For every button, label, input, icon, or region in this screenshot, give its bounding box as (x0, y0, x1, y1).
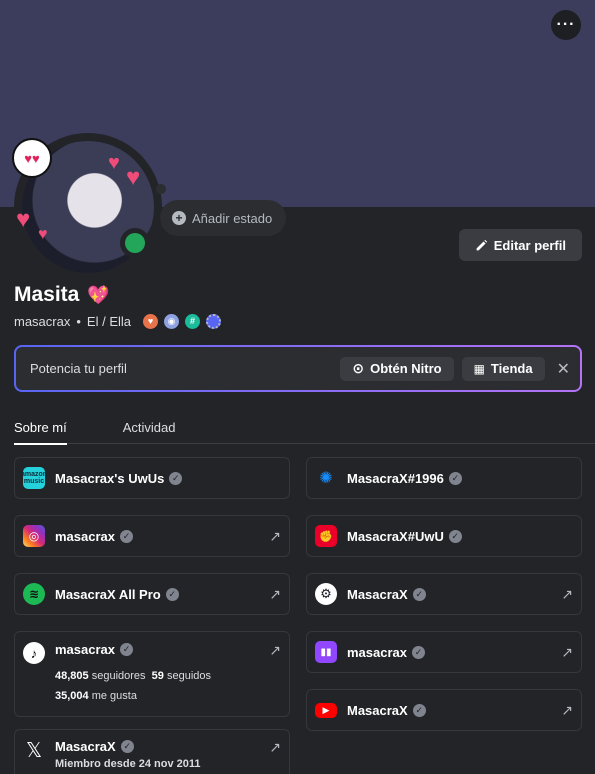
verified-check-icon: ✓ (120, 643, 133, 656)
heart-decoration-icon: ♥ (108, 152, 120, 174)
heart-eyes-decoration-icon: ♥♥ (12, 138, 52, 178)
following-count: 59 (151, 670, 164, 682)
edit-profile-label: Editar perfil (493, 237, 566, 253)
spotify-icon: ≋ (23, 583, 45, 605)
separator: • (76, 314, 81, 329)
connection-spotify[interactable]: ≋ MasacraX All Pro ✓ ↗ (14, 573, 290, 615)
connection-name: MasacraX All Pro (55, 586, 161, 602)
external-link-icon[interactable]: ↗ (269, 739, 281, 756)
external-link-icon[interactable]: ↗ (269, 642, 281, 659)
external-link-icon[interactable]: ↗ (561, 644, 573, 661)
heart-decoration-icon: ♥ (16, 206, 31, 233)
tab-about-me[interactable]: Sobre mí (14, 420, 67, 445)
quest-badge-icon[interactable] (206, 314, 221, 329)
twitch-icon: ▮▮ (315, 641, 337, 663)
connection-twitch[interactable]: ▮▮ masacrax ✓ ↗ (306, 631, 582, 673)
connection-riot-games[interactable]: ✊ MasacraX#UwU ✓ (306, 515, 582, 557)
shop-button[interactable]: ▦ Tienda (461, 356, 545, 381)
nitro-icon: ⊙ (352, 360, 365, 376)
likes-label: me gusta (91, 690, 137, 702)
verified-check-icon: ✓ (412, 645, 425, 659)
followers-label: seguidores (91, 670, 146, 682)
external-link-icon[interactable]: ↗ (561, 586, 573, 603)
tiktok-icon: ♪ (23, 642, 45, 664)
profile-subline: masacrax • El / Ella ♥ ◉ # (14, 314, 221, 329)
connection-amazon-music[interactable]: amazon music Masacrax's UwUs ✓ (14, 457, 290, 499)
edit-profile-button[interactable]: Editar perfil (458, 229, 582, 261)
external-link-icon[interactable]: ↗ (269, 586, 281, 603)
youtube-icon: ▶ (315, 702, 337, 718)
connection-name: MasacraX (55, 739, 116, 754)
nitro-badge-icon[interactable]: ◉ (164, 314, 179, 329)
close-icon[interactable]: ✕ (557, 359, 570, 379)
member-since: Miembro desde 24 nov 2011 (55, 758, 201, 770)
display-name-text: Masita (14, 283, 80, 306)
connection-name: masacrax (347, 644, 407, 660)
x-icon: 𝕏 (25, 739, 43, 762)
more-options-button[interactable]: ··· (551, 10, 581, 40)
amazon-music-icon: amazon music (21, 467, 47, 489)
add-status-button[interactable]: + Añadir estado (160, 200, 287, 236)
ellipsis-icon: ··· (556, 16, 576, 33)
verified-check-icon: ✓ (448, 529, 462, 543)
heart-decoration-icon: ♥ (38, 226, 48, 243)
heart-decoration-icon: ♥ (126, 164, 141, 191)
riot-games-icon: ✊ (315, 525, 337, 547)
instagram-icon: ◎ (23, 525, 45, 547)
connection-name: MasacraX (347, 702, 408, 718)
verified-check-icon: ✓ (120, 740, 134, 753)
connection-battlenet[interactable]: ✺ MasacraX#1996 ✓ (306, 457, 582, 499)
sparkling-heart-icon: 💖 (87, 284, 110, 305)
verified-check-icon: ✓ (120, 529, 133, 543)
heart-badge-icon[interactable]: ♥ (143, 314, 158, 329)
steam-icon: ⚙ (315, 583, 337, 605)
get-nitro-label: Obtén Nitro (370, 361, 442, 376)
verified-check-icon: ✓ (412, 587, 426, 601)
nitro-upsell-label: Potencia tu perfil (30, 361, 127, 376)
pronouns: El / Ella (86, 314, 131, 329)
connection-name: masacrax (55, 642, 115, 657)
connection-x[interactable]: 𝕏 MasacraX ✓ Miembro desde 24 nov 2011 ↗ (14, 729, 290, 774)
followers-count: 48,805 (55, 670, 89, 682)
following-label: seguidos (166, 670, 212, 682)
connection-name: MasacraX#UwU (347, 528, 444, 544)
connection-name: Masacrax's UwUs (55, 470, 165, 486)
connection-name: MasacraX (347, 586, 408, 602)
profile-tabs: Sobre mí Actividad (14, 420, 595, 445)
tiktok-stats: 48,805 seguidores 59 seguidos 35,004 me … (55, 666, 269, 706)
hash-badge-icon[interactable]: # (185, 314, 200, 329)
verified-check-icon: ✓ (448, 471, 462, 485)
verified-check-icon: ✓ (169, 471, 183, 485)
nitro-upsell-bar: Potencia tu perfil ⊙ Obtén Nitro ▦ Tiend… (14, 345, 582, 392)
shop-icon: ▦ (473, 361, 485, 376)
connection-instagram[interactable]: ◎ masacrax ✓ ↗ (14, 515, 290, 557)
tab-activity[interactable]: Actividad (123, 420, 176, 444)
external-link-icon[interactable]: ↗ (561, 702, 573, 719)
display-name: Masita 💖 (14, 283, 110, 307)
verified-check-icon: ✓ (165, 587, 179, 601)
username[interactable]: masacrax (14, 314, 70, 329)
shop-label: Tienda (490, 361, 533, 376)
connection-name: MasacraX#1996 (347, 470, 444, 486)
status-bubble-dot (156, 184, 166, 194)
pencil-icon (476, 239, 487, 250)
connection-name: masacrax (55, 528, 115, 544)
connection-tiktok[interactable]: ♪ masacrax ✓ 48,805 seguidores 59 seguid… (14, 631, 290, 717)
online-status-indicator (120, 228, 150, 258)
get-nitro-button[interactable]: ⊙ Obtén Nitro (340, 356, 454, 381)
connection-youtube[interactable]: ▶ MasacraX ✓ ↗ (306, 689, 582, 731)
verified-check-icon: ✓ (412, 703, 426, 717)
connection-steam[interactable]: ⚙ MasacraX ✓ ↗ (306, 573, 582, 615)
external-link-icon[interactable]: ↗ (269, 528, 281, 545)
plus-icon: + (172, 211, 186, 225)
likes-count: 35,004 (55, 690, 89, 702)
battlenet-icon: ✺ (319, 470, 333, 487)
add-status-label: Añadir estado (192, 210, 273, 226)
